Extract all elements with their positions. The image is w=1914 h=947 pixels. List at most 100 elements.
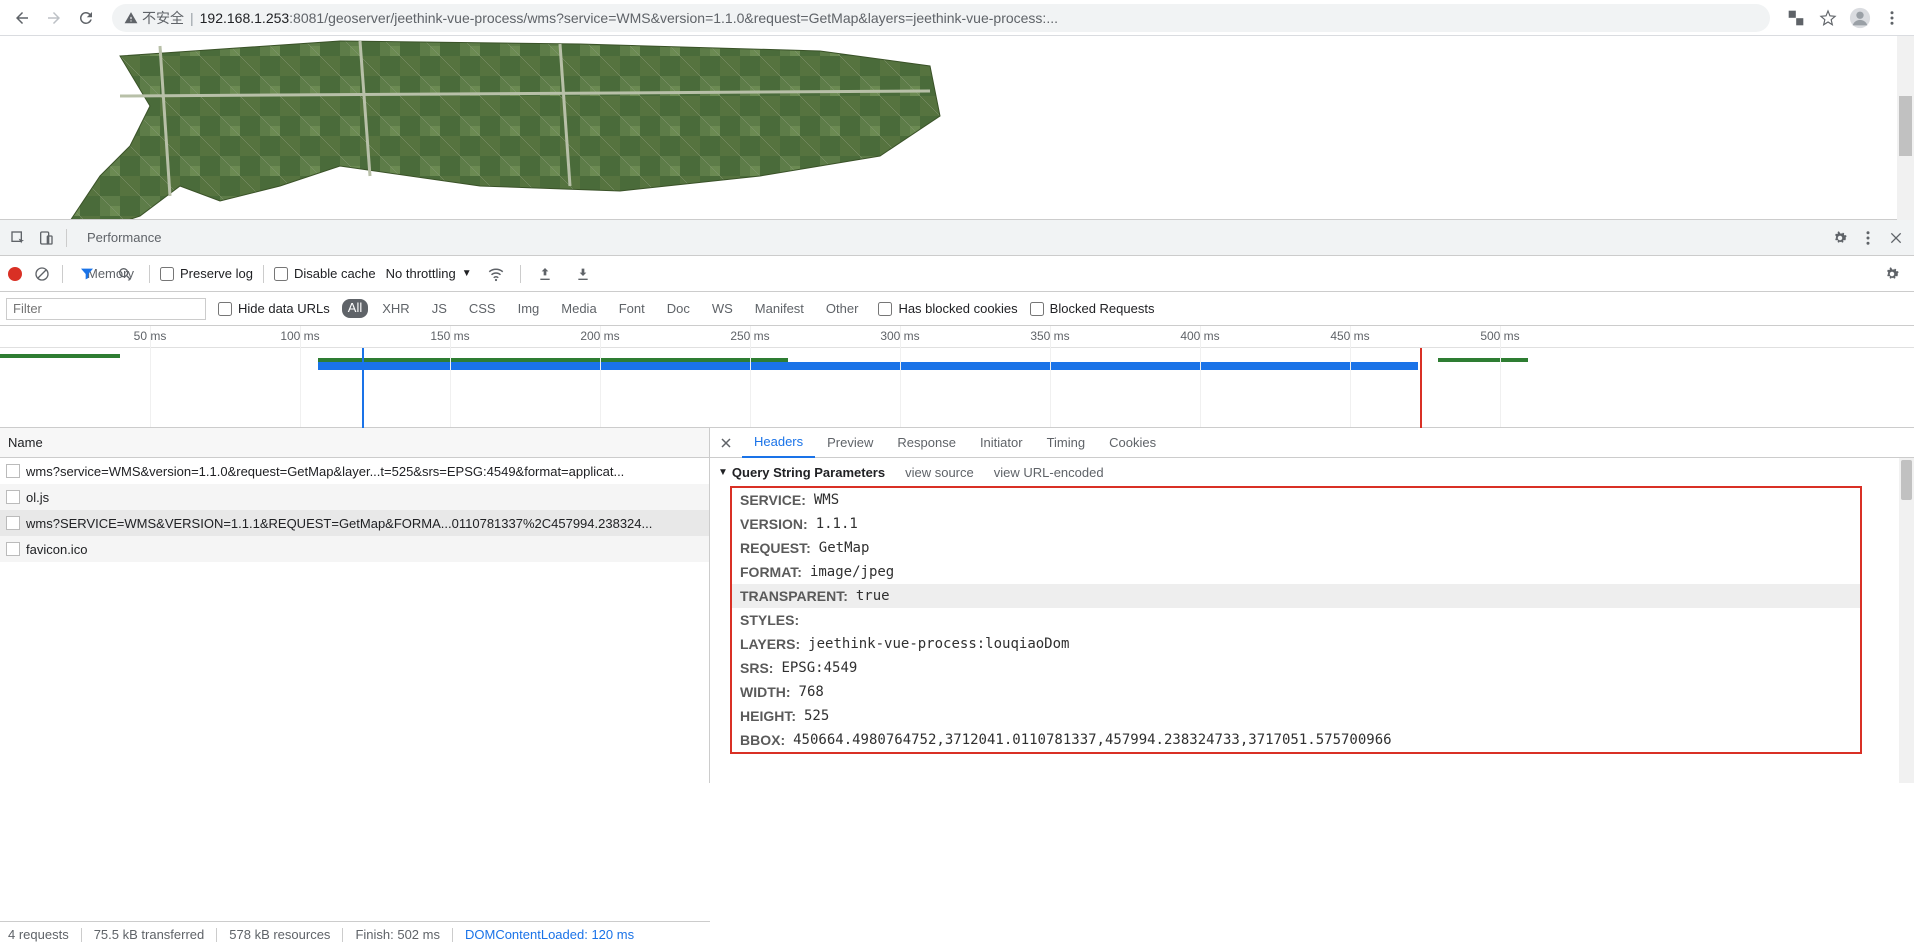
param-row: SRS: EPSG:4549 [732, 656, 1860, 680]
param-row: VERSION:1.1.1 [732, 512, 1860, 536]
insecure-icon: 不安全 [124, 8, 184, 28]
browser-toolbar: 不安全 | 192.168.1.253:8081/geoserver/jeeth… [0, 0, 1914, 36]
filter-type-ws[interactable]: WS [704, 299, 741, 318]
menu-icon[interactable] [1878, 4, 1906, 32]
param-value: GetMap [819, 540, 870, 556]
request-details: HeadersPreviewResponseInitiatorTimingCoo… [710, 428, 1914, 783]
filter-type-font[interactable]: Font [611, 299, 653, 318]
page-content [0, 36, 1914, 220]
url-bar[interactable]: 不安全 | 192.168.1.253:8081/geoserver/jeeth… [112, 4, 1770, 32]
filter-type-xhr[interactable]: XHR [374, 299, 417, 318]
filter-type-media[interactable]: Media [553, 299, 604, 318]
filter-type-doc[interactable]: Doc [659, 299, 698, 318]
view-url-encoded-link[interactable]: view URL-encoded [994, 465, 1104, 480]
filter-type-manifest[interactable]: Manifest [747, 299, 812, 318]
filter-input[interactable] [6, 298, 206, 320]
download-icon[interactable] [569, 260, 597, 288]
network-toolbar: Preserve log Disable cache No throttling… [0, 256, 1914, 292]
hide-data-urls-checkbox[interactable]: Hide data URLs [218, 301, 330, 316]
query-params-header[interactable]: ▼Query String Parameters view source vie… [710, 458, 1914, 486]
request-name: wms?SERVICE=WMS&VERSION=1.1.1&REQUEST=Ge… [26, 516, 652, 531]
details-tab-cookies[interactable]: Cookies [1097, 428, 1168, 458]
blocked-requests-checkbox[interactable]: Blocked Requests [1030, 301, 1155, 316]
star-icon[interactable] [1814, 4, 1842, 32]
param-row: BBOX: 450664.4980764752,3712041.011078133… [732, 728, 1860, 752]
has-blocked-checkbox[interactable]: Has blocked cookies [878, 301, 1017, 316]
translate-icon[interactable] [1782, 4, 1810, 32]
file-icon [6, 516, 20, 530]
timeline[interactable]: 50 ms100 ms150 ms200 ms250 ms300 ms350 m… [0, 326, 1914, 428]
close-devtools-icon[interactable] [1882, 224, 1910, 252]
details-tab-headers[interactable]: Headers [742, 428, 815, 458]
param-row: SERVICE:WMS [732, 488, 1860, 512]
param-key: BBOX: [740, 732, 785, 748]
param-value: 450664.4980764752,3712041.0110781337,457… [793, 732, 1391, 748]
map-image [60, 36, 960, 220]
param-value: 1.1.1 [816, 516, 858, 532]
param-key: WIDTH: [740, 684, 791, 700]
param-value: 525 [804, 708, 829, 724]
param-row: TRANSPARENT:true [732, 584, 1860, 608]
request-name: wms?service=WMS&version=1.1.0&request=Ge… [26, 464, 624, 479]
filter-icon[interactable] [73, 260, 101, 288]
param-row: WIDTH: 768 [732, 680, 1860, 704]
settings-icon[interactable] [1826, 224, 1854, 252]
more-icon[interactable] [1854, 224, 1882, 252]
request-row[interactable]: wms?SERVICE=WMS&VERSION=1.1.1&REQUEST=Ge… [0, 510, 709, 536]
reload-button[interactable] [72, 4, 100, 32]
filter-type-css[interactable]: CSS [461, 299, 504, 318]
request-row[interactable]: favicon.ico [0, 536, 709, 562]
details-tab-initiator[interactable]: Initiator [968, 428, 1035, 458]
throttling-select[interactable]: No throttling ▼ [386, 266, 472, 281]
param-key: TRANSPARENT: [740, 588, 848, 604]
filter-type-js[interactable]: JS [424, 299, 455, 318]
file-icon [6, 464, 20, 478]
devtools-tabs: ElementsConsoleSourcesNetworkPerformance… [0, 220, 1914, 256]
param-value: image/jpeg [810, 564, 894, 580]
back-button[interactable] [8, 4, 36, 32]
status-requests: 4 requests [8, 927, 69, 942]
param-row: REQUEST:GetMap [732, 536, 1860, 560]
view-source-link[interactable]: view source [905, 465, 974, 480]
param-key: LAYERS: [740, 636, 800, 652]
status-dcl: DOMContentLoaded: 120 ms [465, 927, 634, 942]
details-tabs: HeadersPreviewResponseInitiatorTimingCoo… [710, 428, 1914, 458]
insecure-label: 不安全 [142, 8, 184, 28]
param-value: EPSG:4549 [781, 660, 857, 676]
url-text: 192.168.1.253:8081/geoserver/jeethink-vu… [200, 10, 1058, 26]
details-tab-timing[interactable]: Timing [1035, 428, 1098, 458]
status-resources: 578 kB resources [229, 927, 330, 942]
param-key: STYLES: [740, 612, 799, 628]
filter-type-other[interactable]: Other [818, 299, 867, 318]
filter-type-all[interactable]: All [342, 299, 368, 318]
record-button[interactable] [8, 267, 22, 281]
details-scrollbar[interactable] [1899, 458, 1914, 783]
param-key: SRS: [740, 660, 773, 676]
param-value: jeethink-vue-process:louqiaoDom [808, 636, 1069, 652]
details-tab-response[interactable]: Response [885, 428, 968, 458]
details-tab-preview[interactable]: Preview [815, 428, 885, 458]
disable-cache-checkbox[interactable]: Disable cache [274, 266, 376, 281]
forward-button[interactable] [40, 4, 68, 32]
param-value: 768 [799, 684, 824, 700]
file-icon [6, 542, 20, 556]
clear-button[interactable] [32, 264, 52, 284]
wifi-icon[interactable] [482, 260, 510, 288]
upload-icon[interactable] [531, 260, 559, 288]
close-details-button[interactable] [714, 431, 738, 455]
preserve-log-checkbox[interactable]: Preserve log [160, 266, 253, 281]
param-key: SERVICE: [740, 492, 806, 508]
request-row[interactable]: wms?service=WMS&version=1.1.0&request=Ge… [0, 458, 709, 484]
page-scrollbar[interactable] [1897, 36, 1914, 220]
filter-type-img[interactable]: Img [510, 299, 548, 318]
devtools-tab-performance[interactable]: Performance [73, 220, 175, 256]
profile-icon[interactable] [1846, 4, 1874, 32]
inspect-icon[interactable] [4, 224, 32, 252]
request-list-header[interactable]: Name [0, 428, 709, 458]
device-icon[interactable] [32, 224, 60, 252]
network-settings-icon[interactable] [1878, 260, 1906, 288]
search-icon[interactable] [111, 260, 139, 288]
collapse-icon: ▼ [718, 467, 728, 478]
query-params-box: SERVICE:WMSVERSION:1.1.1REQUEST:GetMapFO… [730, 486, 1862, 754]
request-row[interactable]: ol.js [0, 484, 709, 510]
